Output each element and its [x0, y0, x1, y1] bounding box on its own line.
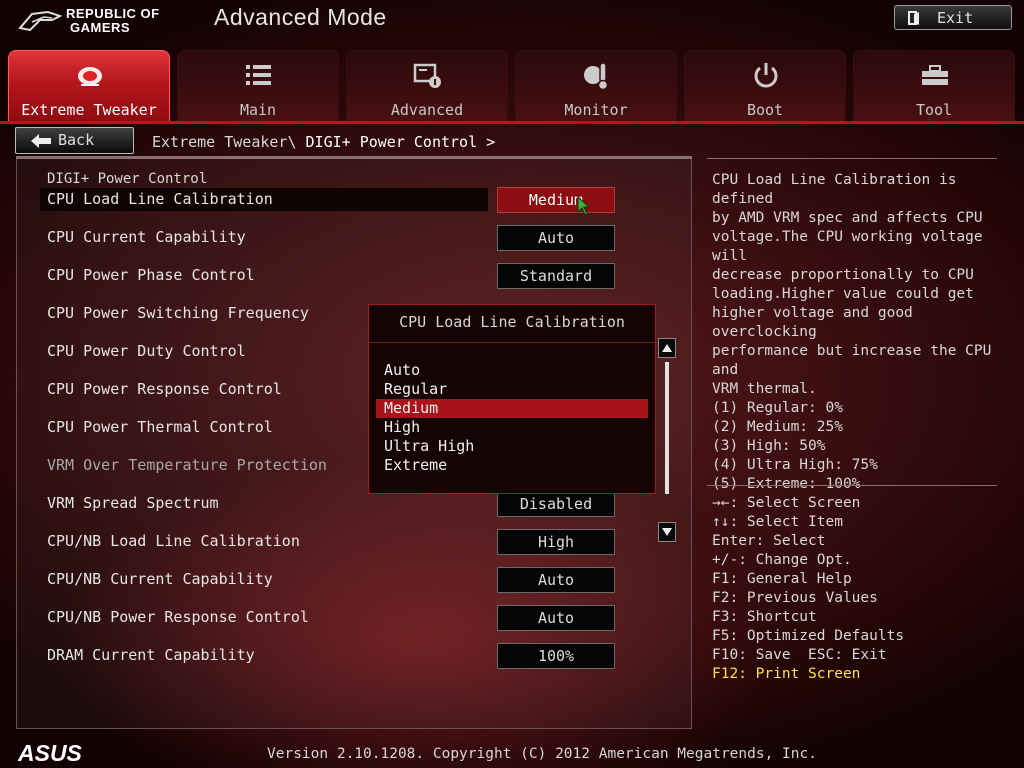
- setting-label-dram-current-capability[interactable]: DRAM Current Capability: [47, 646, 255, 664]
- setting-label-cpunb-current-capability[interactable]: CPU/NB Current Capability: [47, 570, 273, 588]
- key-hint: F3: Shortcut: [712, 609, 817, 625]
- exit-label: Exit: [937, 9, 974, 27]
- key-hint: +/-: Change Opt.: [712, 552, 852, 568]
- setting-label-cpu-response-control[interactable]: CPU Power Response Control: [47, 380, 282, 398]
- setting-label-cpu-power-phase[interactable]: CPU Power Phase Control: [47, 266, 255, 284]
- tab-label: Main: [239, 101, 277, 119]
- back-arrow-icon: [31, 134, 51, 148]
- setting-value-dram-current-capability[interactable]: 100%: [497, 643, 615, 669]
- popup-divider: [369, 342, 655, 343]
- setting-label-cpunb-llc[interactable]: CPU/NB Load Line Calibration: [47, 532, 300, 550]
- thermometer-icon: [584, 62, 609, 91]
- triangle-up-icon: [662, 344, 672, 352]
- popup-option-extreme[interactable]: Extreme: [376, 456, 648, 475]
- tab-label: Advanced: [390, 101, 464, 119]
- key-hint: F1: General Help: [712, 571, 852, 587]
- setting-label-cpu-duty-control[interactable]: CPU Power Duty Control: [47, 342, 246, 360]
- breadcrumb-path[interactable]: Extreme Tweaker\: [152, 133, 306, 151]
- setting-label-cpu-thermal-control[interactable]: CPU Power Thermal Control: [47, 418, 273, 436]
- setting-value-cpu-current-capability[interactable]: Auto: [497, 225, 615, 251]
- setting-label-cpu-llc[interactable]: CPU Load Line Calibration: [47, 190, 273, 208]
- rog-logo: REPUBLIC OF GAMERS: [18, 4, 188, 40]
- popup-option-ultra-high[interactable]: Ultra High: [376, 437, 648, 456]
- print-screen-hint: F12: Print Screen: [712, 666, 861, 682]
- popup-option-high[interactable]: High: [376, 418, 648, 437]
- setting-label-cpu-switching-frequency[interactable]: CPU Power Switching Frequency: [47, 304, 309, 322]
- key-hint: ↑↓: Select Item: [712, 514, 843, 530]
- panel-top-border: [16, 156, 692, 159]
- back-label: Back: [58, 131, 95, 149]
- rog-eye-icon: [18, 10, 62, 32]
- exit-button[interactable]: Exit: [894, 5, 1012, 30]
- tab-boot[interactable]: Boot: [684, 50, 846, 122]
- tab-label: Monitor: [564, 101, 628, 119]
- key-hint: F10: Save ESC: Exit: [712, 647, 887, 663]
- key-hint: F5: Optimized Defaults: [712, 628, 905, 644]
- section-title: DIGI+ Power Control: [47, 171, 208, 187]
- setting-label-vrm-spread-spectrum[interactable]: VRM Spread Spectrum: [47, 494, 219, 512]
- key-hint: F2: Previous Values: [712, 590, 878, 606]
- setting-value-cpunb-llc[interactable]: High: [497, 529, 615, 555]
- list-icon: [246, 65, 271, 85]
- setting-value-vrm-spread-spectrum[interactable]: Disabled: [497, 491, 615, 517]
- scrollbar-thumb[interactable]: [665, 362, 669, 494]
- tab-advanced[interactable]: Advanced: [346, 50, 508, 122]
- setting-value-cpunb-response-control[interactable]: Auto: [497, 605, 615, 631]
- setting-value-cpu-llc[interactable]: Medium: [497, 187, 615, 213]
- key-legend: →←: Select Screen ↑↓: Select Item Enter: S…: [712, 494, 1012, 684]
- breadcrumb-current: DIGI+ Power Control >: [305, 133, 496, 151]
- tab-tool[interactable]: Tool: [853, 50, 1015, 122]
- brand-line2: GAMERS: [70, 20, 131, 35]
- popup-option-regular[interactable]: Regular: [376, 380, 648, 399]
- help-divider-bottom: [707, 485, 997, 486]
- setting-label-cpunb-response-control[interactable]: CPU/NB Power Response Control: [47, 608, 309, 626]
- tab-label: Extreme Tweaker: [21, 101, 157, 119]
- setting-value-cpu-power-phase[interactable]: Standard: [497, 263, 615, 289]
- popup-option-medium[interactable]: Medium: [376, 399, 648, 418]
- tab-label: Tool: [915, 101, 953, 119]
- brand-line1: REPUBLIC OF: [66, 6, 160, 21]
- option-popup: CPU Load Line Calibration Auto Regular M…: [368, 304, 656, 494]
- toolbox-icon: [922, 65, 948, 85]
- tab-underline: [0, 121, 1024, 124]
- popup-option-auto[interactable]: Auto: [376, 361, 648, 380]
- power-icon: [754, 63, 778, 88]
- advanced-settings-icon: [413, 63, 441, 88]
- popup-title: CPU Load Line Calibration: [399, 313, 625, 331]
- key-hint: →←: Select Screen: [712, 495, 861, 511]
- exit-door-icon: [908, 11, 919, 25]
- extreme-tweaker-icon: [78, 67, 102, 86]
- setting-value-cpunb-current-capability[interactable]: Auto: [497, 567, 615, 593]
- breadcrumb: Extreme Tweaker\ DIGI+ Power Control >: [152, 133, 495, 151]
- tab-monitor[interactable]: Monitor: [515, 50, 677, 122]
- triangle-down-icon: [662, 528, 672, 536]
- tab-extreme-tweaker[interactable]: Extreme Tweaker: [8, 50, 170, 122]
- key-hint: Enter: Select: [712, 533, 826, 549]
- back-button[interactable]: Back: [15, 127, 134, 154]
- setting-label-vrm-over-temp: VRM Over Temperature Protection: [47, 456, 327, 474]
- help-description: CPU Load Line Calibration is defined by …: [712, 172, 992, 492]
- setting-label-cpu-current-capability[interactable]: CPU Current Capability: [47, 228, 246, 246]
- tab-main[interactable]: Main: [177, 50, 339, 122]
- footer-version: Version 2.10.1208. Copyright (C) 2012 Am…: [267, 746, 817, 762]
- tab-label: Boot: [746, 101, 784, 119]
- page-title: Advanced Mode: [214, 4, 387, 30]
- mouse-cursor-icon: [577, 196, 591, 216]
- help-divider-top: [707, 158, 997, 159]
- scroll-up-button[interactable]: [658, 338, 676, 358]
- scroll-down-button[interactable]: [658, 522, 676, 542]
